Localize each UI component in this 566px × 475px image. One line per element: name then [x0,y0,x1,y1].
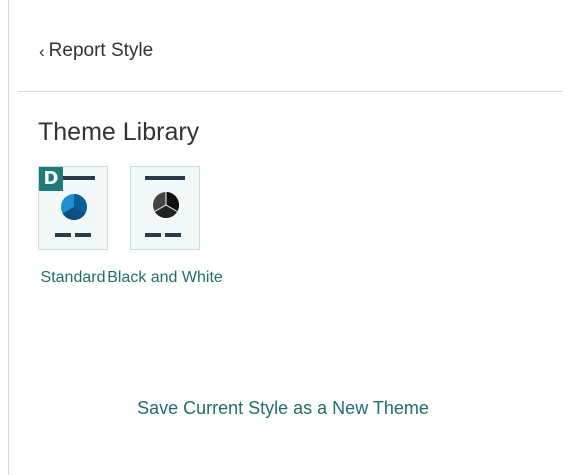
report-style-panel: ‹ Report Style Theme Library D Standard [0,0,566,475]
back-link-label: Report Style [48,40,154,61]
theme-thumbnail-black-and-white[interactable] [130,166,200,250]
default-theme-badge: D [39,167,63,191]
theme-preview-icon [145,176,185,237]
theme-thumbnail-standard[interactable]: D [38,166,108,250]
save-current-style-as-new-theme-link[interactable]: Save Current Style as a New Theme [0,398,566,419]
header-divider [18,91,563,92]
theme-card-black-and-white[interactable]: Black and White [104,166,226,291]
back-to-report-style-link[interactable]: ‹ Report Style [39,38,153,64]
theme-label-black-and-white[interactable]: Black and White [104,264,226,291]
theme-library-title: Theme Library [38,118,200,146]
chevron-left-icon: ‹ [39,41,45,61]
